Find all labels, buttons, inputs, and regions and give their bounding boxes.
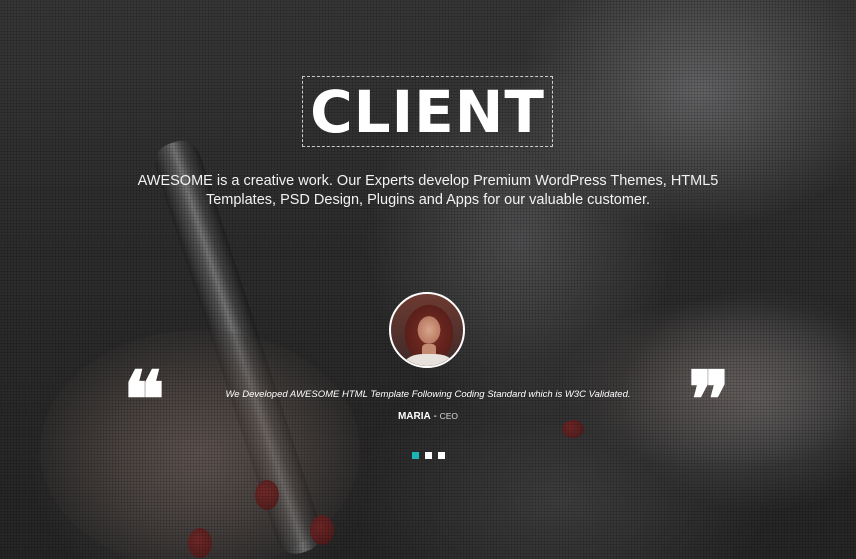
client-avatar: [389, 292, 465, 368]
author-name: MARIA: [397, 411, 431, 422]
carousel-pagination: [412, 452, 445, 459]
section-description: AWESOME is a creative work. Our Experts …: [137, 173, 719, 208]
carousel-dot-3[interactable]: [438, 452, 445, 459]
carousel-dot-1[interactable]: [412, 452, 419, 459]
testimonial-author: MARIA - CEO: [300, 411, 556, 422]
section-title: CLIENT: [310, 77, 545, 146]
author-separator: -: [430, 411, 440, 422]
left-quote-icon: ❝: [123, 355, 165, 446]
right-quote-icon: ❞: [688, 355, 730, 446]
client-section: CLIENT AWESOME is a creative work. Our E…: [0, 0, 856, 559]
author-role: CEO: [439, 411, 459, 421]
testimonial-quote: We Developed AWESOME HTML Template Follo…: [225, 389, 631, 400]
content: CLIENT AWESOME is a creative work. Our E…: [0, 0, 856, 559]
section-title-box: CLIENT: [302, 76, 553, 147]
carousel-dot-2[interactable]: [425, 452, 432, 459]
